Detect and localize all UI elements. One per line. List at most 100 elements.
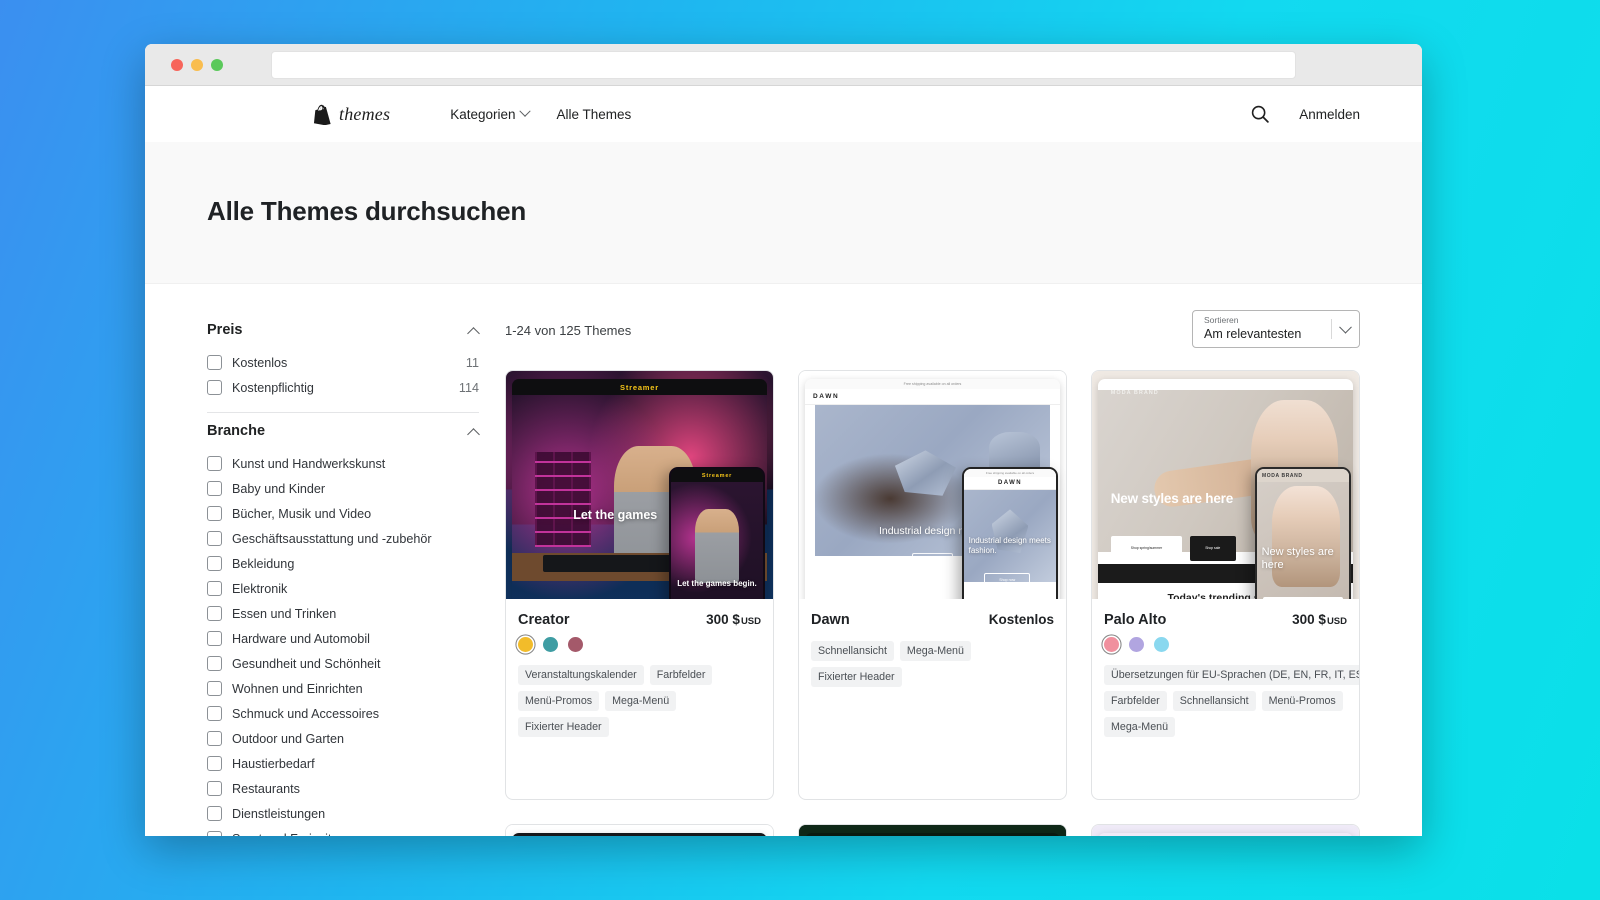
filter-option[interactable]: Bücher, Musik und Video — [207, 501, 479, 526]
theme-preview-creator: Streamer Let the games LATEST VIDEOS — [506, 371, 773, 599]
filter-option[interactable]: Hardware und Automobil — [207, 626, 479, 651]
mock-announcement: Free shipping available on all orders — [805, 379, 1060, 389]
header-actions: Anmelden — [1249, 103, 1360, 125]
feature-tag: Menü-Promos — [1262, 691, 1343, 711]
theme-preview-image: Free shipping available on all orders DA… — [799, 371, 1066, 599]
desktop-mockup: Publisher is an independent studio and g… — [1098, 833, 1353, 836]
color-swatch[interactable] — [1104, 637, 1119, 652]
mock-cta-primary: Shop spring/summer — [1263, 597, 1342, 599]
filter-label: Haustierbedarf — [232, 757, 315, 771]
window-controls — [171, 59, 223, 71]
filter-label: Dienstleistungen — [232, 807, 325, 821]
mock-subject — [1272, 486, 1340, 587]
checkbox[interactable] — [207, 731, 222, 746]
filter-label: Schmuck und Accessoires — [232, 707, 379, 721]
facet-preis-header[interactable]: Preis — [207, 316, 479, 350]
theme-card[interactable]: Publisher is an independent studio and g… — [1091, 824, 1360, 836]
filter-option[interactable]: Baby und Kinder — [207, 476, 479, 501]
filter-label: Elektronik — [232, 582, 287, 596]
mobile-mockup: Free shipping available on all orders DA… — [962, 467, 1058, 599]
color-swatch[interactable] — [568, 637, 583, 652]
primary-nav: Kategorien Alle Themes — [450, 107, 631, 122]
filter-option[interactable]: Schmuck und Accessoires — [207, 701, 479, 726]
brand-logo-link[interactable]: themes — [313, 104, 390, 125]
page-title: Alle Themes durchsuchen — [207, 196, 1360, 227]
theme-feature-tags: Veranstaltungskalender Farbfelder Menü-P… — [518, 665, 761, 737]
checkbox[interactable] — [207, 681, 222, 696]
maximize-window-button[interactable] — [211, 59, 223, 71]
filter-option[interactable]: Kunst und Handwerkskunst — [207, 451, 479, 476]
theme-card[interactable]: MODA BRAND New styles are here Shop spri… — [1091, 370, 1360, 800]
filter-option[interactable]: Geschäftsausstattung und -zubehör — [207, 526, 479, 551]
mock-headline: Industrial design meets fashion. — [969, 536, 1052, 555]
checkbox-kostenlos[interactable] — [207, 355, 222, 370]
checkbox[interactable] — [207, 481, 222, 496]
filter-option[interactable]: Restaurants — [207, 776, 479, 801]
checkbox[interactable] — [207, 831, 222, 836]
theme-card[interactable]: Streamer Let the games LATEST VIDEOS — [505, 370, 774, 800]
filter-label: Essen und Trinken — [232, 607, 336, 621]
theme-preview-image: Free shipping on all orders over $75 tas… — [506, 825, 773, 836]
theme-card[interactable]: Free shipping on all orders over $75 tas… — [505, 824, 774, 836]
mock-announcement: Free shipping on all orders over $75 — [512, 833, 767, 836]
nav-item-kategorien[interactable]: Kategorien — [450, 107, 528, 122]
filter-option-kostenlos[interactable]: Kostenlos 11 — [207, 350, 479, 375]
checkbox[interactable] — [207, 781, 222, 796]
theme-preview-image: IMPACT High-Performance & Elegant Design… — [799, 825, 1066, 836]
nav-item-alle-themes[interactable]: Alle Themes — [557, 107, 632, 122]
feature-tag: Mega-Menü — [605, 691, 676, 711]
theme-color-swatches — [518, 637, 761, 652]
filter-label: Geschäftsausstattung und -zubehör — [232, 532, 432, 546]
checkbox-kostenpflichtig[interactable] — [207, 380, 222, 395]
checkbox[interactable] — [207, 456, 222, 471]
facet-branche-options: Kunst und HandwerkskunstBaby und KinderB… — [207, 451, 479, 836]
checkbox[interactable] — [207, 606, 222, 621]
color-swatch[interactable] — [1129, 637, 1144, 652]
mock-headline: Let the games begin. — [671, 580, 763, 589]
checkbox[interactable] — [207, 531, 222, 546]
checkbox[interactable] — [207, 806, 222, 821]
filter-option[interactable]: Outdoor und Garten — [207, 726, 479, 751]
minimize-window-button[interactable] — [191, 59, 203, 71]
results-toolbar: 1-24 von 125 Themes Sortieren Am relevan… — [505, 310, 1360, 348]
facet-divider — [207, 412, 479, 413]
checkbox[interactable] — [207, 581, 222, 596]
facet-branche-header[interactable]: Branche — [207, 417, 479, 451]
filter-option[interactable]: Bekleidung — [207, 551, 479, 576]
mock-brand: Streamer — [702, 473, 732, 479]
color-swatch[interactable] — [1154, 637, 1169, 652]
sort-dropdown[interactable]: Sortieren Am relevantesten — [1192, 310, 1360, 348]
checkbox[interactable] — [207, 706, 222, 721]
filter-option[interactable]: Essen und Trinken — [207, 601, 479, 626]
checkbox[interactable] — [207, 506, 222, 521]
filter-label: Kostenlos — [232, 356, 287, 370]
checkbox[interactable] — [207, 631, 222, 646]
filter-option[interactable]: Sport und Freizeit — [207, 826, 479, 836]
filter-option[interactable]: Haustierbedarf — [207, 751, 479, 776]
feature-tag: Farbfelder — [650, 665, 713, 685]
filters-sidebar: Preis Kostenlos 11 Kostenpflichtig 114 — [207, 310, 479, 836]
feature-tag: Fixierter Header — [811, 667, 902, 687]
filter-option[interactable]: Wohnen und Einrichten — [207, 676, 479, 701]
close-window-button[interactable] — [171, 59, 183, 71]
search-icon[interactable] — [1249, 103, 1271, 125]
content-area: Preis Kostenlos 11 Kostenpflichtig 114 — [145, 284, 1422, 836]
sort-divider — [1331, 319, 1332, 339]
checkbox[interactable] — [207, 656, 222, 671]
filter-option-kostenpflichtig[interactable]: Kostenpflichtig 114 — [207, 375, 479, 400]
theme-price: Kostenlos — [989, 612, 1054, 627]
color-swatch[interactable] — [518, 637, 533, 652]
color-swatch[interactable] — [543, 637, 558, 652]
checkbox[interactable] — [207, 556, 222, 571]
filter-label: Gesundheit und Schönheit — [232, 657, 380, 671]
browser-url-bar[interactable] — [271, 51, 1296, 79]
feature-tag: Schnellansicht — [1173, 691, 1256, 711]
theme-card[interactable]: Free shipping available on all orders DA… — [798, 370, 1067, 800]
filter-option[interactable]: Dienstleistungen — [207, 801, 479, 826]
filter-option[interactable]: Gesundheit und Schönheit — [207, 651, 479, 676]
theme-card[interactable]: IMPACT High-Performance & Elegant Design… — [798, 824, 1067, 836]
filter-option[interactable]: Elektronik — [207, 576, 479, 601]
theme-card-body: Palo Alto 300 $USD Übersetzungen für EU-… — [1092, 599, 1359, 799]
checkbox[interactable] — [207, 756, 222, 771]
sign-in-link[interactable]: Anmelden — [1299, 107, 1360, 122]
